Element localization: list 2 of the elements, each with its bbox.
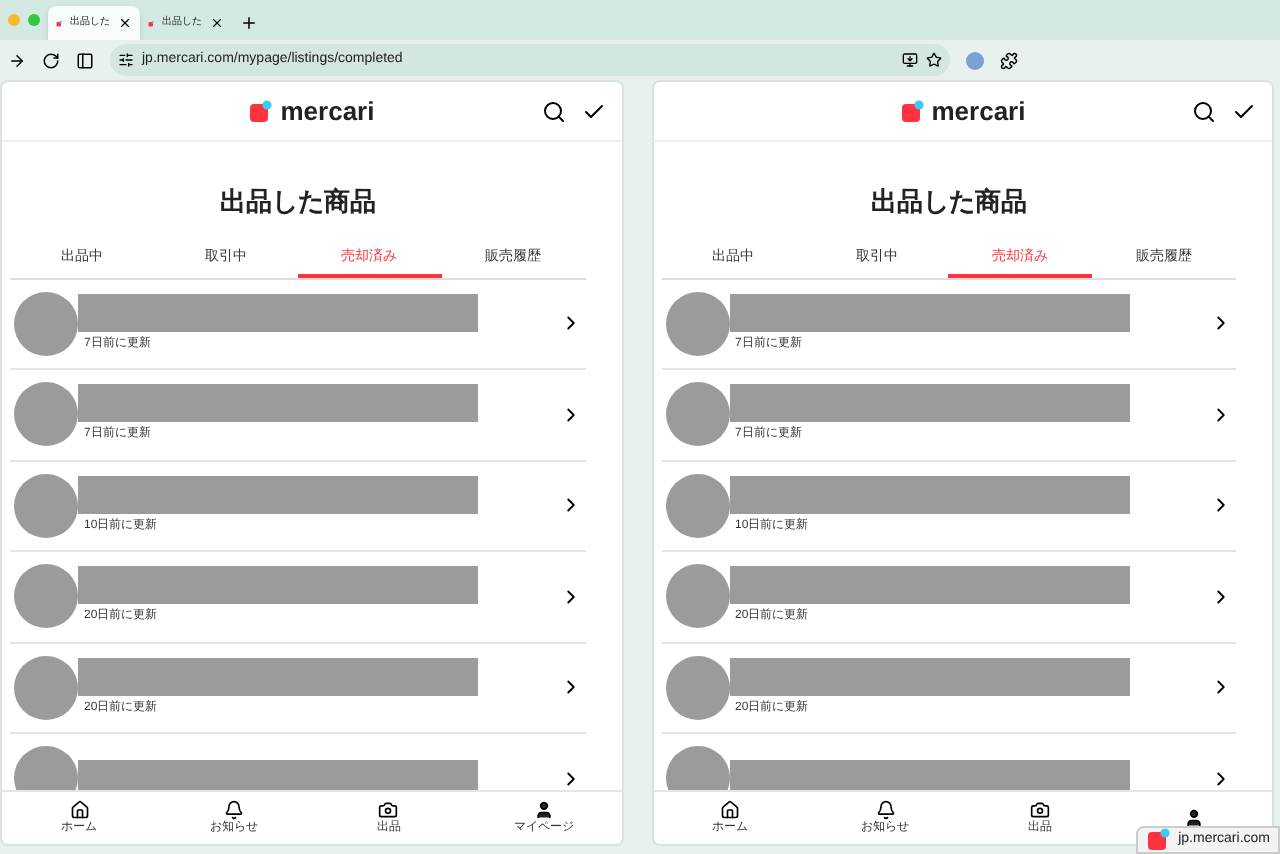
page-title: 出品した商品 — [868, 184, 1029, 220]
page-title: 出品した商品 — [217, 184, 378, 220]
